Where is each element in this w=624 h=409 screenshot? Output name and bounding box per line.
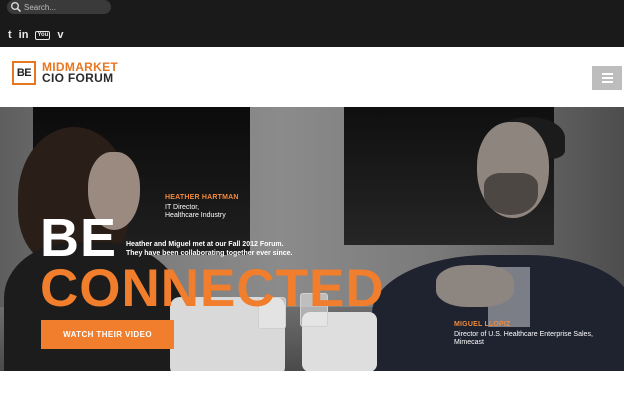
logo-line-2: CIO FORUM <box>42 71 114 85</box>
logo-text: MIDMARKET CIO FORUM <box>42 61 118 85</box>
search-icon <box>11 2 22 13</box>
hamburger-icon-bar <box>601 77 613 79</box>
hamburger-icon-bar <box>601 81 613 83</box>
site-logo[interactable]: BE MIDMARKET CIO FORUM <box>12 61 118 85</box>
social-links: t in You v <box>8 28 63 42</box>
person1-role-line1: IT Director, <box>165 204 200 211</box>
vimeo-icon[interactable]: v <box>57 29 63 41</box>
person2-role-line1: Director of U.S. Healthcare Enterprise S… <box>454 331 593 338</box>
person1-name: HEATHER HARTMAN <box>165 194 239 201</box>
twitter-icon[interactable]: t <box>8 29 12 41</box>
person1-role-line2: Healthcare Industry <box>165 212 226 219</box>
youtube-icon[interactable]: You <box>35 30 51 40</box>
hero-tagline: Heather and Miguel met at our Fall 2012 … <box>126 240 316 258</box>
hero-banner: HEATHER HARTMAN IT Director, Healthcare … <box>0 107 624 371</box>
search-box[interactable] <box>7 0 111 14</box>
top-bar: t in You v <box>0 0 624 47</box>
logo-mark: BE <box>12 61 36 85</box>
tagline-line2: They have been collaborating together ev… <box>126 250 293 257</box>
hero-photo-man-beard <box>484 173 538 215</box>
hero-photo-man-hands <box>436 265 514 307</box>
linkedin-icon[interactable]: in <box>19 29 29 41</box>
site-header: BE MIDMARKET CIO FORUM <box>0 47 624 107</box>
menu-button[interactable] <box>592 66 622 90</box>
headline-be: BE <box>40 208 118 268</box>
headline-connected: CONNECTED <box>40 259 385 318</box>
tagline-line1: Heather and Miguel met at our Fall 2012 … <box>126 241 284 248</box>
hamburger-icon <box>601 73 613 75</box>
person2-name: MIGUEL LLOPIZ <box>454 321 511 328</box>
person2-role-line2: Mimecast <box>454 339 484 346</box>
search-input[interactable] <box>22 2 104 12</box>
watch-video-button[interactable]: WATCH THEIR VIDEO <box>41 320 174 349</box>
